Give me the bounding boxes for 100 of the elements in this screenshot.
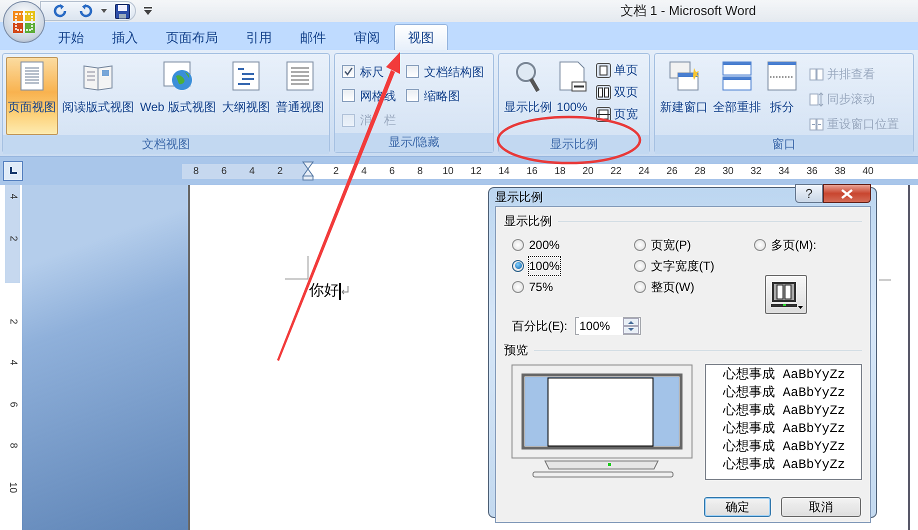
ribbon-button[interactable]: 单页 <box>594 59 640 81</box>
percent-spin-field[interactable]: 100% <box>575 317 642 335</box>
paragraph-mark-icon <box>341 286 349 296</box>
two-pages-icon[interactable] <box>596 84 611 100</box>
single-page-icon[interactable] <box>596 62 611 78</box>
ruler-number: 2 <box>6 235 19 242</box>
ribbon-button[interactable]: 拆分 <box>764 57 800 135</box>
sample-text: 心想事成 AaBbYyZz <box>723 402 846 420</box>
section-label: 预览 <box>504 342 528 359</box>
ribbon-tab[interactable]: 视图 <box>394 24 448 50</box>
tab-stop-icon <box>8 166 18 176</box>
radio-option[interactable]: 75% <box>512 276 554 297</box>
ruler-number: 4 <box>6 360 19 366</box>
ribbon-button[interactable]: 阅读版式视图 <box>60 57 136 135</box>
app-logo <box>12 10 36 34</box>
group-label: 文档视图 <box>3 135 329 154</box>
checkmark-icon[interactable] <box>344 67 353 76</box>
ribbon-button[interactable]: 普通视图 <box>274 57 326 135</box>
ribbon-tab[interactable]: 引用 <box>232 24 286 50</box>
document-text: 你好 <box>309 281 339 301</box>
sample-text: 心想事成 AaBbYyZz <box>723 384 846 402</box>
arrange-all-icon[interactable] <box>721 60 753 92</box>
window-title: 文档 1 - Microsoft Word <box>620 2 756 20</box>
split-window-icon[interactable] <box>766 60 798 92</box>
ruler-number: 28 <box>693 164 707 178</box>
spin-arrows-icon[interactable] <box>623 318 640 334</box>
undo-icon[interactable] <box>77 3 93 19</box>
save-icon[interactable] <box>115 4 130 18</box>
outline-page-icon[interactable] <box>230 60 262 92</box>
ruler-number: 4 <box>6 194 19 200</box>
dropdown-caret-icon[interactable] <box>101 9 107 13</box>
ribbon-tab[interactable]: 页面布局 <box>152 24 232 50</box>
radio-option[interactable]: 多页(M): <box>754 234 816 255</box>
group-label: 窗口 <box>655 135 913 154</box>
ribbon-tab[interactable]: 邮件 <box>286 24 340 50</box>
group-label: 显示比例 <box>499 135 649 154</box>
ruler-number: 24 <box>637 164 651 178</box>
text-page-icon[interactable] <box>284 60 316 92</box>
crop-mark-icon <box>285 256 309 280</box>
ruler-number: 4 <box>360 164 368 178</box>
ribbon-button[interactable]: 100% <box>554 57 590 135</box>
radio-option[interactable]: 整页(W) <box>634 276 694 297</box>
ruler-number: 8 <box>416 164 424 178</box>
ruler-number: 10 <box>441 164 455 178</box>
ruler-number: 26 <box>665 164 679 178</box>
dialog-title: 显示比例 <box>495 189 543 206</box>
ruler-number: 4 <box>248 164 256 178</box>
ruler-number: 22 <box>609 164 623 178</box>
customize-caret-icon[interactable] <box>144 7 152 15</box>
sample-text: 心想事成 AaBbYyZz <box>723 456 846 474</box>
ruler-number: 40 <box>861 164 875 178</box>
ribbon-button[interactable]: 全部重排 <box>711 57 763 135</box>
help-button[interactable]: ? <box>795 184 823 203</box>
radio-option[interactable]: 页宽(P) <box>634 234 691 255</box>
close-button[interactable] <box>823 184 871 203</box>
redo-icon[interactable] <box>53 3 69 19</box>
text-cursor <box>339 282 341 300</box>
radio-option[interactable]: 100% <box>512 255 560 276</box>
sample-text: 心想事成 AaBbYyZz <box>723 438 846 456</box>
ribbon-tab[interactable]: 插入 <box>98 24 152 50</box>
indent-marker-icon[interactable] <box>302 160 314 180</box>
ruler-number: 12 <box>469 164 483 178</box>
ruler-number: 10 <box>6 482 19 493</box>
group-label: 显示/隐藏 <box>335 133 493 152</box>
monitor-pages-icon <box>769 280 803 310</box>
ruler-number: 2 <box>332 164 340 178</box>
ribbon-button[interactable]: 大纲视图 <box>220 57 272 135</box>
tab-stop-button[interactable] <box>3 161 23 181</box>
ribbon-button[interactable]: 页面视图 <box>6 57 58 135</box>
ribbon-button[interactable]: 新建窗口 <box>658 57 710 135</box>
sample-text: 心想事成 AaBbYyZz <box>723 366 846 384</box>
dialog-button[interactable]: 确定 <box>704 497 771 517</box>
ribbon-button[interactable]: Web 版式视图 <box>138 57 218 135</box>
ruler-number: 6 <box>6 401 19 408</box>
multi-page-button[interactable] <box>765 275 807 314</box>
ruler-number: 2 <box>276 164 284 178</box>
radio-option[interactable]: 文字宽度(T) <box>634 255 714 276</box>
ruler-number: 30 <box>721 164 735 178</box>
ribbon-button[interactable]: 显示比例 <box>502 57 554 135</box>
ruler-number: 32 <box>749 164 763 178</box>
ribbon-tab[interactable]: 审阅 <box>340 24 394 50</box>
checkbox[interactable]: 标尺 <box>342 61 406 82</box>
radio-option[interactable]: 200% <box>512 234 560 255</box>
ruler-number: 18 <box>553 164 567 178</box>
ruler-number: 14 <box>497 164 511 178</box>
ruler-number: 6 <box>220 164 228 178</box>
new-window-icon[interactable] <box>668 60 700 92</box>
globe-page-icon[interactable] <box>162 60 194 92</box>
ruler-number: 20 <box>581 164 595 178</box>
ribbon-button[interactable]: 双页 <box>594 81 640 103</box>
ribbon-tab[interactable]: 开始 <box>44 24 98 50</box>
dialog-button[interactable]: 取消 <box>781 497 861 517</box>
checkbox[interactable]: 缩略图 <box>406 85 484 106</box>
ruler-number: 8 <box>192 164 200 178</box>
section-label: 显示比例 <box>504 213 552 230</box>
ruler-number: 36 <box>805 164 819 178</box>
sample-text: 心想事成 AaBbYyZz <box>723 420 846 438</box>
ribbon-button[interactable]: 页宽 <box>594 103 640 125</box>
checkbox[interactable]: 文档结构图 <box>406 61 484 82</box>
ruler-number: 38 <box>833 164 847 178</box>
